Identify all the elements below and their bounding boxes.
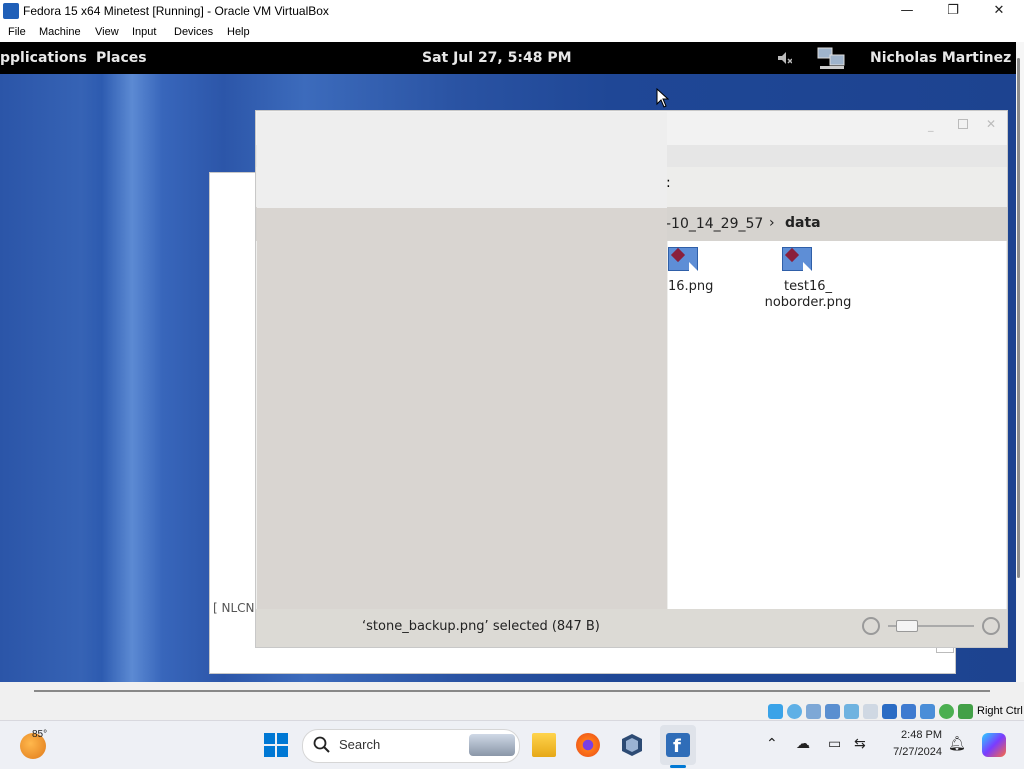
virtualbox-taskbar-icon[interactable] [620, 733, 644, 757]
fedora-vm-taskbar-icon[interactable]: f [666, 733, 690, 757]
virtualbox-menubar: File Machine View Input Devices Help [0, 24, 1024, 42]
audio-icon[interactable] [806, 704, 821, 719]
breadcrumb-current[interactable]: data [785, 215, 821, 231]
menu-input[interactable]: Input [132, 26, 156, 38]
search-placeholder: Search [339, 737, 381, 752]
unrendered-pane-header [257, 112, 667, 208]
copilot-icon[interactable] [982, 733, 1006, 757]
shared-folders-icon[interactable] [863, 704, 878, 719]
file-explorer-icon[interactable] [532, 733, 556, 757]
virtualbox-app-icon [3, 3, 19, 19]
zoom-slider-handle[interactable] [896, 620, 918, 632]
hard-disk-icon[interactable] [768, 704, 783, 719]
search-icon [313, 736, 331, 758]
image-file-icon [668, 247, 698, 271]
panel-clock[interactable]: Sat Jul 27, 5:48 PM [422, 50, 572, 66]
breadcrumb-separator: › [769, 215, 775, 231]
image-file-icon [782, 247, 812, 271]
search-highlight-image [469, 734, 515, 756]
notifications-bell-icon[interactable]: 🔔︎ [948, 736, 966, 752]
horizontal-scrollbar[interactable] [34, 690, 990, 692]
mouse-cursor-icon [656, 87, 670, 108]
menu-devices[interactable]: Devices [174, 26, 213, 38]
onedrive-offline-icon[interactable]: ☁ [796, 736, 810, 752]
window-title: Fedora 15 x64 Minetest [Running] - Oracl… [23, 4, 329, 18]
places-menu[interactable]: Places [96, 50, 147, 66]
display-tray-icon[interactable]: ▭ [828, 736, 841, 752]
svg-text:f: f [673, 736, 681, 757]
file-name-line2: noborder.png [764, 295, 852, 310]
windows-taskbar: 85° Search f ⌃ ☁ ▭ ⇆ 2:48 PM 7/27/2024 🔔… [0, 720, 1024, 769]
usb-icon[interactable] [844, 704, 859, 719]
applications-menu[interactable]: pplications [0, 50, 87, 66]
file-item[interactable]: 16.png [668, 247, 748, 307]
menu-machine[interactable]: Machine [39, 26, 81, 38]
show-hidden-icons-chevron[interactable]: ⌃ [766, 736, 778, 752]
file-name-line1: test16_ [783, 279, 832, 294]
file-item[interactable]: test16_ noborder.png [746, 247, 866, 317]
zoom-in-icon[interactable] [982, 617, 1000, 635]
recording-icon[interactable] [901, 704, 916, 719]
network-icon[interactable] [816, 46, 848, 70]
zoom-out-icon[interactable] [862, 617, 880, 635]
cpu-icon[interactable] [920, 704, 935, 719]
file-list-view[interactable]: 16.png test16_ noborder.png [668, 241, 1006, 609]
firefox-icon[interactable] [576, 733, 600, 757]
menu-view[interactable]: View [95, 26, 119, 38]
menu-help[interactable]: Help [227, 26, 250, 38]
close-button[interactable]: ✕ [976, 0, 1022, 24]
file-name: 16.png [668, 279, 714, 294]
gnome-top-panel: pplications Places Sat Jul 27, 5:48 PM N… [0, 42, 1016, 74]
start-button[interactable] [264, 733, 288, 757]
optical-drive-icon[interactable] [787, 704, 802, 719]
tray-date[interactable]: 7/27/2024 [880, 746, 942, 758]
maximize-button[interactable]: ❐ [930, 0, 976, 24]
network-tray-icon[interactable]: ⇆ [854, 736, 866, 752]
host-key-label: Right Ctrl [977, 705, 1023, 717]
menu-file[interactable]: File [8, 26, 26, 38]
network-adapter-icon[interactable] [825, 704, 840, 719]
back-window-text-fragment: [ NLCN [213, 601, 255, 615]
status-bar: ‘stone_backup.png’ selected (847 B) [256, 609, 1007, 647]
viewport-scrollbar[interactable] [1016, 42, 1024, 682]
minimize-button[interactable]: — [884, 0, 930, 24]
guest-screen[interactable]: pplications Places Sat Jul 27, 5:48 PM N… [0, 42, 1016, 682]
weather-temperature: 85° [32, 729, 48, 740]
scrollbar-thumb[interactable] [1017, 58, 1020, 578]
volume-muted-icon[interactable] [776, 50, 793, 66]
selection-status: ‘stone_backup.png’ selected (847 B) [362, 619, 600, 634]
display-icon[interactable] [882, 704, 897, 719]
keyboard-icon[interactable] [958, 704, 973, 719]
fm-maximize-icon[interactable] [958, 119, 968, 129]
mouse-integration-icon[interactable] [939, 704, 954, 719]
virtualbox-titlebar: Fedora 15 x64 Minetest [Running] - Oracl… [0, 0, 1024, 24]
fm-minimize-icon[interactable]: _ [928, 119, 934, 132]
virtualbox-status-bar: Right Ctrl [0, 682, 1024, 720]
taskbar-search[interactable]: Search [302, 729, 520, 763]
file-manager-window[interactable]: _ ✕ : -10_14_29_57 › data 16.png test16_… [255, 110, 1008, 648]
user-menu[interactable]: Nicholas Martinez [870, 50, 1011, 66]
breadcrumb-parent[interactable]: -10_14_29_57 [666, 216, 763, 232]
tray-time[interactable]: 2:48 PM [884, 729, 942, 741]
fm-close-icon[interactable]: ✕ [986, 117, 996, 131]
